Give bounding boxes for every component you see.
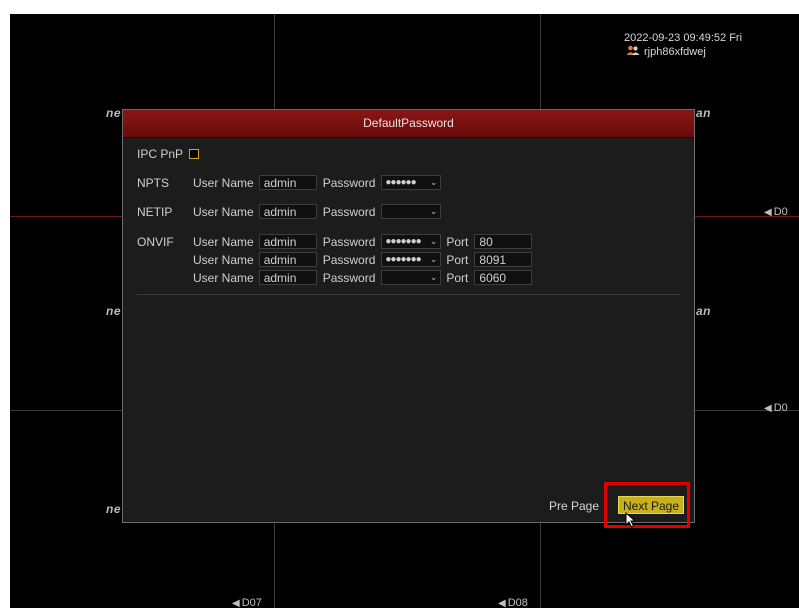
onvif-port-field[interactable]: 8091: [474, 252, 533, 267]
chevron-down-icon: ⌄: [429, 254, 438, 264]
netip-label: NETIP: [137, 204, 173, 219]
user-name-label: User Name: [193, 234, 254, 249]
onvif-label: ONVIF: [137, 234, 174, 249]
channel-label: ◀ D07: [232, 597, 262, 608]
user-name-label: User Name: [193, 204, 254, 219]
highlight-box: [604, 482, 690, 528]
username-text: rjph86xfdwej: [644, 46, 706, 58]
user-name-label: User Name: [193, 252, 254, 267]
logo-fragment: an: [696, 106, 712, 120]
npts-password-field[interactable]: ●●●●●● ⌄: [381, 175, 442, 190]
camera-icon: ◀: [764, 206, 772, 218]
pre-page-button[interactable]: Pre Page: [545, 497, 603, 515]
camera-icon: ◀: [764, 402, 772, 414]
status-overlay: 2022-09-23 09:49:52 Fri rjph86xfdwej: [624, 32, 742, 60]
dialog-title: DefaultPassword: [123, 110, 694, 138]
mouse-cursor-icon: [625, 512, 637, 528]
section-divider: [137, 294, 680, 295]
datetime-text: 2022-09-23 09:49:52 Fri: [624, 32, 743, 44]
chevron-down-icon: ⌄: [429, 236, 438, 246]
chevron-down-icon: ⌄: [429, 206, 438, 216]
user-indicator: rjph86xfdwej: [624, 45, 742, 60]
channel-label: ◀ D08: [498, 597, 528, 608]
npts-username-field[interactable]: admin: [258, 175, 317, 190]
onvif-row: User Name admin Password ●●●●●●● ⌄ Port 8…: [193, 252, 533, 267]
chevron-down-icon: ⌄: [429, 272, 438, 282]
ipc-pnp-row: IPC PnP: [137, 147, 200, 161]
logo-fragment: ne: [106, 502, 122, 516]
chevron-down-icon: ⌄: [429, 177, 438, 187]
camera-icon: ◀: [498, 597, 506, 608]
password-label: Password: [322, 175, 376, 190]
users-icon: [626, 45, 640, 60]
npts-label: NPTS: [137, 175, 170, 190]
onvif-row: User Name admin Password ⌄ Port 6060: [193, 270, 533, 285]
channel-label: ◀ D0: [764, 206, 788, 218]
channel-label: ◀ D0: [764, 402, 788, 414]
netip-username-field[interactable]: admin: [258, 204, 317, 219]
logo-fragment: an: [696, 304, 712, 318]
onvif-row: ONVIF User Name admin Password ●●●●●●● ⌄ …: [137, 234, 533, 249]
logo-fragment: ne: [106, 304, 122, 318]
onvif-port-field[interactable]: 80: [474, 234, 533, 249]
ipc-pnp-label: IPC PnP: [137, 147, 184, 161]
port-label: Port: [446, 252, 469, 267]
password-label: Password: [322, 270, 376, 285]
camera-icon: ◀: [232, 597, 240, 608]
npts-row: NPTS User Name admin Password ●●●●●● ⌄: [137, 175, 442, 190]
port-label: Port: [446, 270, 469, 285]
port-label: Port: [446, 234, 469, 249]
onvif-username-field[interactable]: admin: [258, 234, 317, 249]
default-password-dialog: DefaultPassword IPC PnP NPTS User Name a…: [122, 109, 695, 523]
ipc-pnp-checkbox[interactable]: [189, 149, 200, 159]
netip-row: NETIP User Name admin Password ⌄: [137, 204, 442, 219]
onvif-password-field[interactable]: ⌄: [381, 270, 442, 285]
password-label: Password: [322, 234, 376, 249]
netip-password-field[interactable]: ⌄: [381, 204, 442, 219]
user-name-label: User Name: [193, 270, 254, 285]
password-label: Password: [322, 204, 376, 219]
user-name-label: User Name: [193, 175, 254, 190]
onvif-username-field[interactable]: admin: [258, 252, 317, 267]
onvif-port-field[interactable]: 6060: [474, 270, 533, 285]
logo-fragment: ne: [106, 106, 122, 120]
onvif-password-field[interactable]: ●●●●●●● ⌄: [381, 234, 442, 249]
password-label: Password: [322, 252, 376, 267]
onvif-password-field[interactable]: ●●●●●●● ⌄: [381, 252, 442, 267]
onvif-username-field[interactable]: admin: [258, 270, 317, 285]
